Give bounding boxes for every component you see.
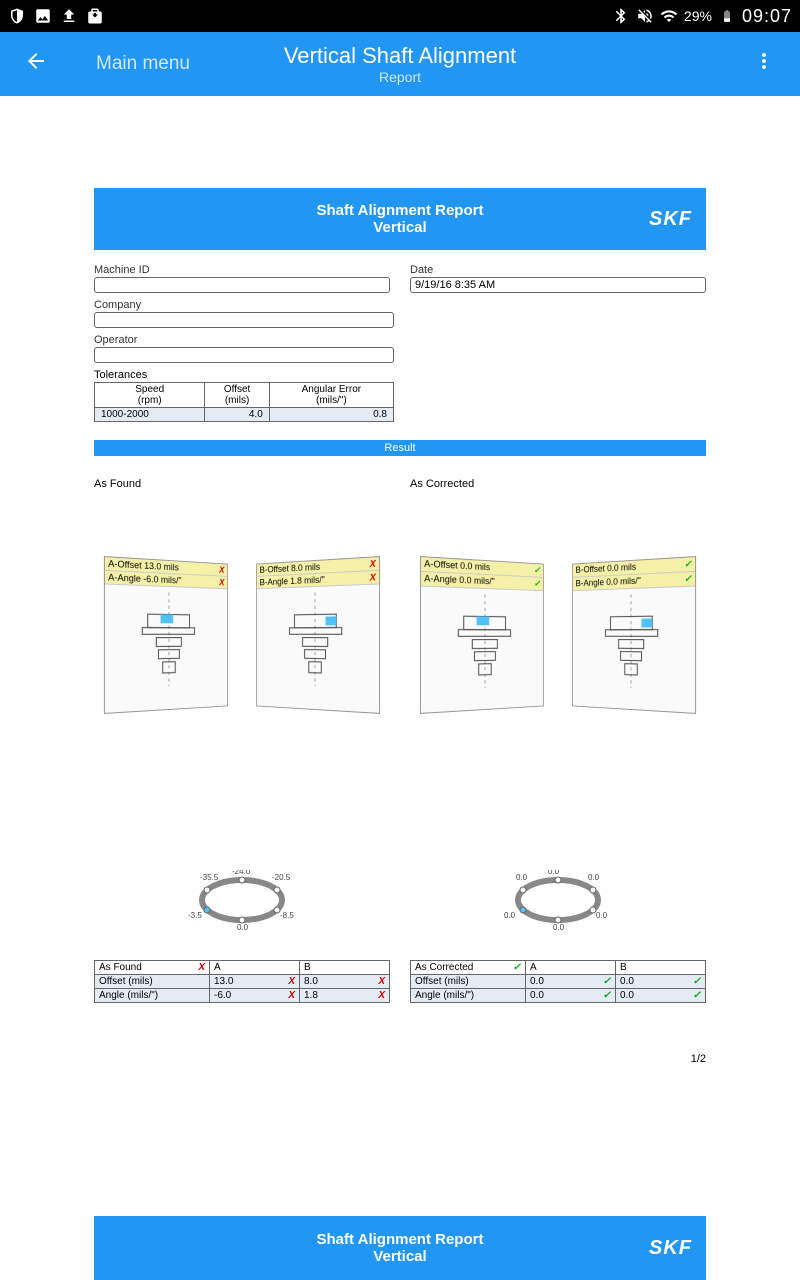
operator-value bbox=[94, 347, 394, 363]
report-banner: Shaft Alignment Report Vertical SKF bbox=[94, 188, 706, 250]
operator-label: Operator bbox=[94, 334, 706, 346]
check-icon: ✓ bbox=[684, 558, 692, 570]
report-title: Shaft Alignment Report bbox=[317, 202, 484, 219]
x-icon: X bbox=[378, 990, 385, 1001]
svg-text:0.0: 0.0 bbox=[596, 911, 608, 920]
tolerances-label: Tolerances bbox=[94, 369, 706, 381]
bolt-ring: 0.0 0.0 0.0 0.0 0.0 0.0 bbox=[498, 870, 618, 930]
x-icon: X bbox=[370, 572, 376, 583]
check-icon: ✓ bbox=[534, 578, 541, 589]
header-title: Vertical Shaft Alignment Report bbox=[284, 43, 516, 85]
main-menu-link[interactable]: Main menu bbox=[96, 53, 190, 75]
svg-text:0.0: 0.0 bbox=[516, 873, 528, 882]
svg-text:0.0: 0.0 bbox=[504, 911, 516, 920]
as-found-label: As Found bbox=[94, 478, 390, 490]
company-label: Company bbox=[94, 299, 706, 311]
tolerances-table: Speed(rpm) Offset(mils) Angular Error(mi… bbox=[94, 382, 394, 422]
svg-text:-35.5: -35.5 bbox=[200, 873, 219, 882]
footer-title: Shaft Alignment Report bbox=[317, 1231, 484, 1248]
back-button[interactable] bbox=[16, 41, 56, 87]
x-icon: X bbox=[288, 990, 295, 1001]
clock: 09:07 bbox=[742, 6, 792, 27]
svg-text:0.0: 0.0 bbox=[553, 923, 565, 930]
battery-percentage: 29% bbox=[684, 8, 712, 24]
date-label: Date bbox=[410, 264, 706, 276]
x-icon: X bbox=[198, 962, 205, 973]
check-icon: ✓ bbox=[603, 990, 611, 1001]
report-page: Shaft Alignment Report Vertical SKF Mach… bbox=[0, 96, 800, 1085]
check-icon: ✓ bbox=[513, 962, 521, 973]
bluetooth-icon bbox=[612, 7, 630, 25]
tol-angular: 0.8 bbox=[269, 408, 393, 422]
mute-icon bbox=[636, 7, 654, 25]
store-icon bbox=[86, 7, 104, 25]
as-corrected-diagram: A-Offset 0.0 mils✓ A-Angle 0.0 mils/"✓ B… bbox=[410, 560, 706, 860]
svg-text:0.0: 0.0 bbox=[237, 923, 249, 930]
tol-speed: 1000-2000 bbox=[95, 408, 205, 422]
brand-logo: SKF bbox=[649, 1237, 692, 1260]
check-icon: ✓ bbox=[693, 976, 701, 987]
tol-offset: 4.0 bbox=[205, 408, 269, 422]
x-icon: X bbox=[219, 577, 224, 587]
svg-text:-24.0: -24.0 bbox=[232, 870, 251, 876]
footer-subtitle: Vertical bbox=[317, 1248, 484, 1265]
x-icon: X bbox=[378, 976, 385, 987]
brand-logo: SKF bbox=[649, 208, 692, 231]
company-value bbox=[94, 312, 394, 328]
date-value: 9/19/16 8:35 AM bbox=[410, 277, 706, 293]
svg-text:-8.5: -8.5 bbox=[280, 911, 294, 920]
svg-text:-20.5: -20.5 bbox=[272, 873, 291, 882]
check-icon: ✓ bbox=[693, 990, 701, 1001]
as-found-diagram: A-Offset 13.0 milsX A-Angle -6.0 mils/"X… bbox=[94, 560, 390, 860]
as-found-table: As FoundX A B Offset (mils) 13.0X 8.0X A… bbox=[94, 960, 390, 1003]
battery-icon bbox=[718, 7, 736, 25]
machine-id-value bbox=[94, 277, 390, 293]
footer-banner: Shaft Alignment Report Vertical SKF bbox=[94, 1216, 706, 1280]
page-subtitle: Report bbox=[284, 69, 516, 85]
shield-icon bbox=[8, 7, 26, 25]
wifi-icon bbox=[660, 7, 678, 25]
upload-icon bbox=[60, 7, 78, 25]
page-title: Vertical Shaft Alignment bbox=[284, 43, 516, 69]
svg-text:-3.5: -3.5 bbox=[188, 911, 202, 920]
machine-id-label: Machine ID bbox=[94, 264, 390, 276]
x-icon: X bbox=[219, 565, 224, 575]
check-icon: ✓ bbox=[684, 573, 692, 585]
as-corrected-table: As Corrected✓ A B Offset (mils) 0.0✓ 0.0… bbox=[410, 960, 706, 1003]
x-icon: X bbox=[370, 558, 376, 569]
svg-text:0.0: 0.0 bbox=[588, 873, 600, 882]
image-icon bbox=[34, 7, 52, 25]
check-icon: ✓ bbox=[534, 565, 541, 576]
check-icon: ✓ bbox=[603, 976, 611, 987]
result-bar: Result bbox=[94, 440, 706, 456]
more-button[interactable] bbox=[744, 41, 784, 87]
status-bar: 29% 09:07 bbox=[0, 0, 800, 32]
report-subtitle: Vertical bbox=[317, 219, 484, 236]
app-header: Main menu Vertical Shaft Alignment Repor… bbox=[0, 32, 800, 96]
bolt-ring: -35.5 -24.0 -20.5 -8.5 0.0 -3.5 bbox=[182, 870, 302, 930]
x-icon: X bbox=[288, 976, 295, 987]
page-number: 1/2 bbox=[94, 1053, 706, 1065]
as-corrected-label: As Corrected bbox=[410, 478, 706, 490]
svg-text:0.0: 0.0 bbox=[548, 870, 560, 876]
